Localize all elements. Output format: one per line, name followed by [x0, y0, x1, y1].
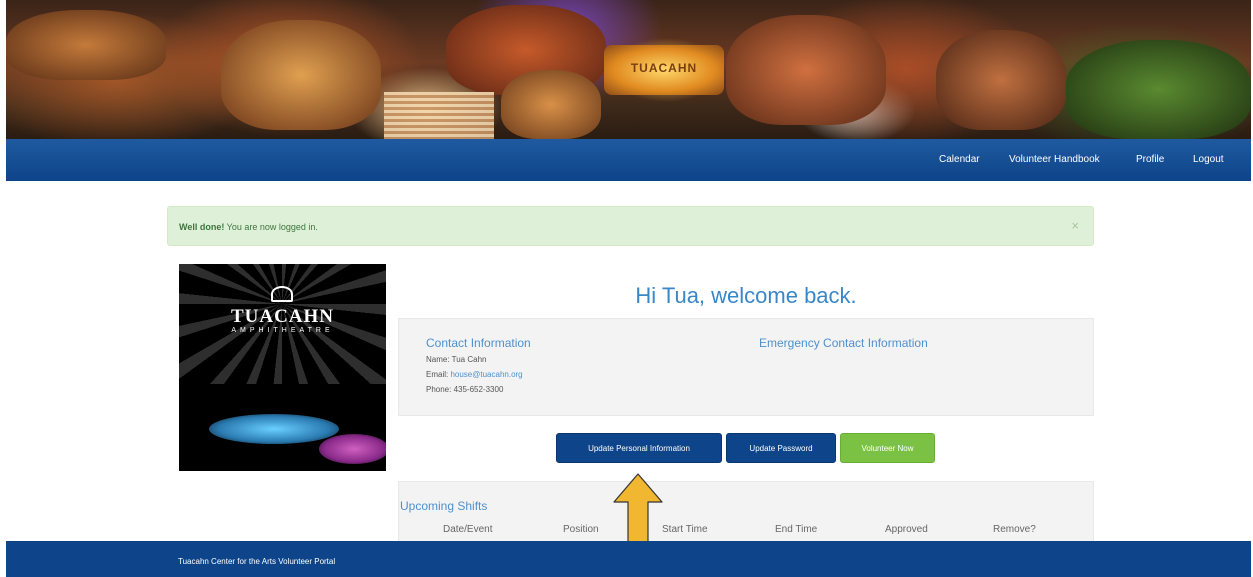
banner-sign-text: TUACAHN — [630, 61, 698, 75]
email-link[interactable]: house@tuacahn.org — [450, 370, 522, 379]
logo-flowers — [319, 434, 386, 464]
emergency-contact-heading: Emergency Contact Information — [759, 336, 928, 350]
logo-title: TUACAHN — [230, 306, 335, 327]
contact-name: Name: Tua Cahn — [426, 355, 486, 364]
contact-email: Email: house@tuacahn.org — [426, 370, 523, 379]
banner-rock — [6, 10, 166, 80]
navbar: Calendar Volunteer Handbook Profile Logo… — [6, 139, 1251, 181]
shifts-col-remove: Remove? — [993, 524, 1036, 535]
banner-rock — [1066, 40, 1251, 139]
nav-calendar[interactable]: Calendar — [939, 154, 980, 165]
banner-rock — [726, 15, 886, 125]
email-label: Email: — [426, 370, 451, 379]
nav-logout[interactable]: Logout — [1193, 154, 1224, 165]
welcome-heading: Hi Tua, welcome back. — [635, 283, 857, 308]
nav-profile[interactable]: Profile — [1136, 154, 1164, 165]
alert-message: Well done! You are now logged in. — [179, 222, 318, 232]
update-personal-info-button[interactable]: Update Personal Information — [556, 433, 722, 463]
up-arrow-shape — [613, 473, 663, 543]
name-label: Name: — [426, 355, 452, 364]
shifts-col-date-event: Date/Event — [443, 524, 493, 535]
banner-stairs — [384, 92, 494, 139]
logo-pool — [209, 414, 339, 444]
contact-info-panel: Contact Information Name: Tua Cahn Email… — [398, 318, 1094, 416]
alert-strong: Well done! — [179, 222, 225, 232]
footer: Tuacahn Center for the Arts Volunteer Po… — [6, 541, 1251, 577]
banner-rock — [221, 20, 381, 130]
shifts-col-end-time: End Time — [775, 524, 818, 535]
logo-subtitle: AMPHITHEATRE — [231, 327, 334, 334]
shifts-col-start-time: Start Time — [662, 524, 708, 535]
banner-rock — [501, 70, 601, 139]
success-alert: Well done! You are now logged in. × — [167, 206, 1094, 246]
phone-label: Phone: — [426, 385, 454, 394]
contact-heading: Contact Information — [426, 336, 531, 350]
update-password-button[interactable]: Update Password — [726, 433, 836, 463]
header-banner: TUACAHN — [6, 0, 1251, 139]
volunteer-now-button[interactable]: Volunteer Now — [840, 433, 935, 463]
logo-emblem-icon — [271, 286, 293, 302]
phone-value: 435-652-3300 — [453, 385, 504, 394]
up-arrow-icon — [613, 473, 663, 543]
banner-sign: TUACAHN — [604, 45, 724, 95]
shifts-col-approved: Approved — [885, 524, 928, 535]
upcoming-shifts-heading: Upcoming Shifts — [400, 499, 488, 513]
tuacahn-logo: TUACAHN AMPHITHEATRE — [179, 264, 386, 471]
footer-text: Tuacahn Center for the Arts Volunteer Po… — [178, 557, 336, 566]
shifts-col-position: Position — [563, 524, 599, 535]
contact-phone: Phone: 435-652-3300 — [426, 385, 503, 394]
name-value: Tua Cahn — [451, 355, 487, 364]
close-icon[interactable]: × — [1071, 218, 1079, 233]
banner-rock — [936, 30, 1066, 130]
alert-text: You are now logged in. — [224, 222, 318, 232]
nav-volunteer-handbook[interactable]: Volunteer Handbook — [1009, 154, 1100, 165]
